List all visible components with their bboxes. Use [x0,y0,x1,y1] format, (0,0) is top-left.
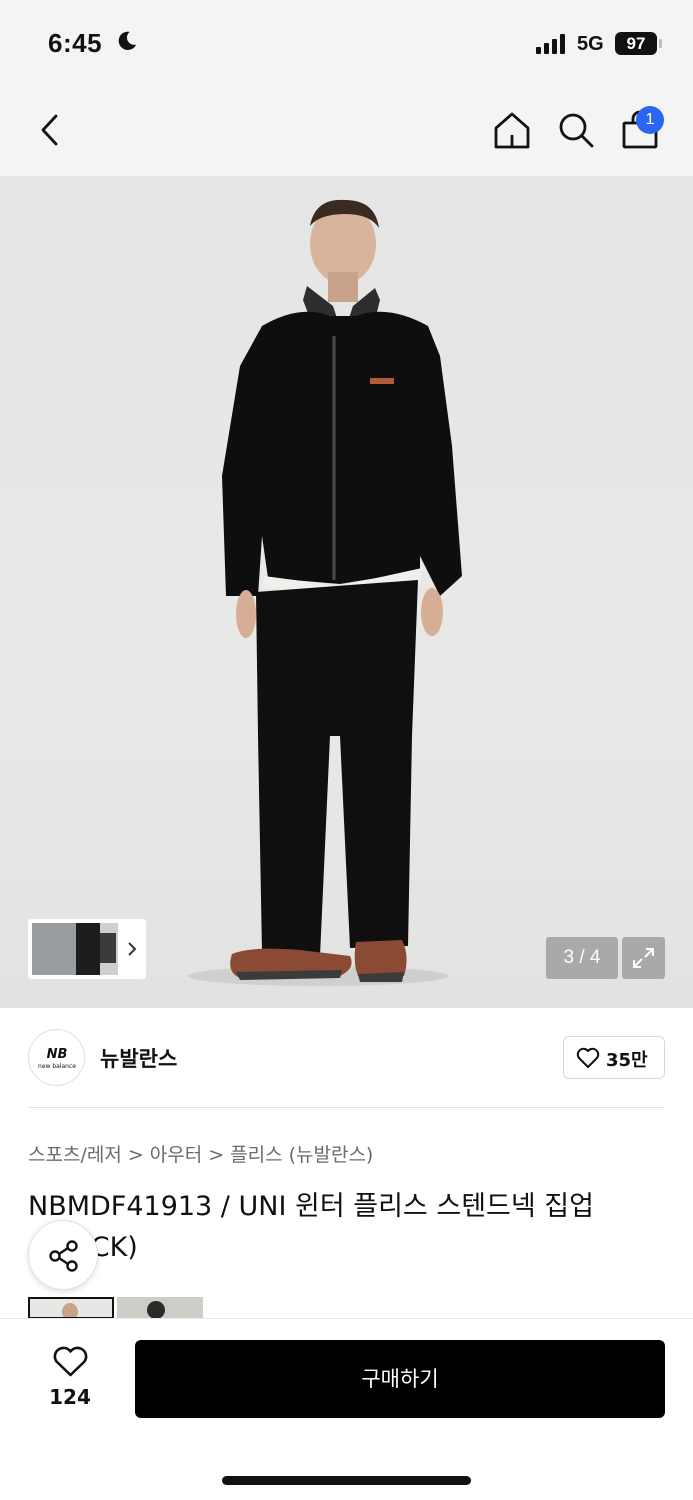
new-balance-logo: NB new balance [38,1047,76,1070]
moon-icon [118,31,137,50]
share-button[interactable] [28,1220,98,1290]
image-counter: 3 / 4 [546,937,618,979]
back-icon[interactable] [36,112,64,148]
home-indicator [222,1476,471,1485]
model-photo [188,199,462,986]
breadcrumb-item[interactable]: 아우터 [150,1144,202,1166]
wishlist-count: 124 [49,1385,91,1409]
expand-button[interactable] [622,937,665,979]
svg-text:NB: NB [47,1047,68,1062]
heart-icon [576,1047,600,1068]
wishlist-heart-icon[interactable] [52,1346,89,1378]
brand-name[interactable]: 뉴발란스 [100,1043,177,1073]
battery-icon: 97 [615,32,657,55]
home-icon[interactable] [492,110,532,150]
variant-thumbnail[interactable] [28,1297,114,1319]
product-title: NBMDF41913 / UNI 윈터 플리스 스텐드넥 집업 (BLACK) [28,1191,594,1263]
divider [28,1107,665,1108]
brand-logo[interactable]: NB new balance [28,1029,85,1086]
thumbnail[interactable] [32,923,76,975]
signal-icon [536,34,565,54]
battery-tip [659,39,662,48]
thumbnail[interactable] [76,923,100,975]
variant-thumbnail[interactable] [117,1297,203,1319]
brand-like-count: 35만 [606,1050,648,1071]
breadcrumb-separator: > [127,1144,144,1166]
expand-icon [633,948,654,968]
logo-text: new balance [38,1063,76,1070]
breadcrumb-item[interactable]: 스포츠/레저 [28,1144,122,1166]
breadcrumb-separator: > [208,1144,225,1166]
chevron-right-icon [128,942,137,956]
cart-badge: 1 [636,106,664,134]
status-time: 6:45 [48,28,103,58]
breadcrumb-item[interactable]: 플리스 (뉴발란스) [230,1144,373,1166]
network-label: 5G [577,33,604,55]
thumbnail-detail [100,933,116,963]
thumbnail-strip[interactable] [28,919,146,979]
buy-button[interactable]: 구매하기 [135,1340,665,1418]
product-image[interactable] [0,176,693,1008]
breadcrumb: 스포츠/레저 > 아우터 > 플리스 (뉴발란스) [28,1140,373,1167]
share-icon [49,1240,78,1272]
search-icon[interactable] [556,110,596,150]
status-bar: 6:45 5G 97 [0,0,693,88]
